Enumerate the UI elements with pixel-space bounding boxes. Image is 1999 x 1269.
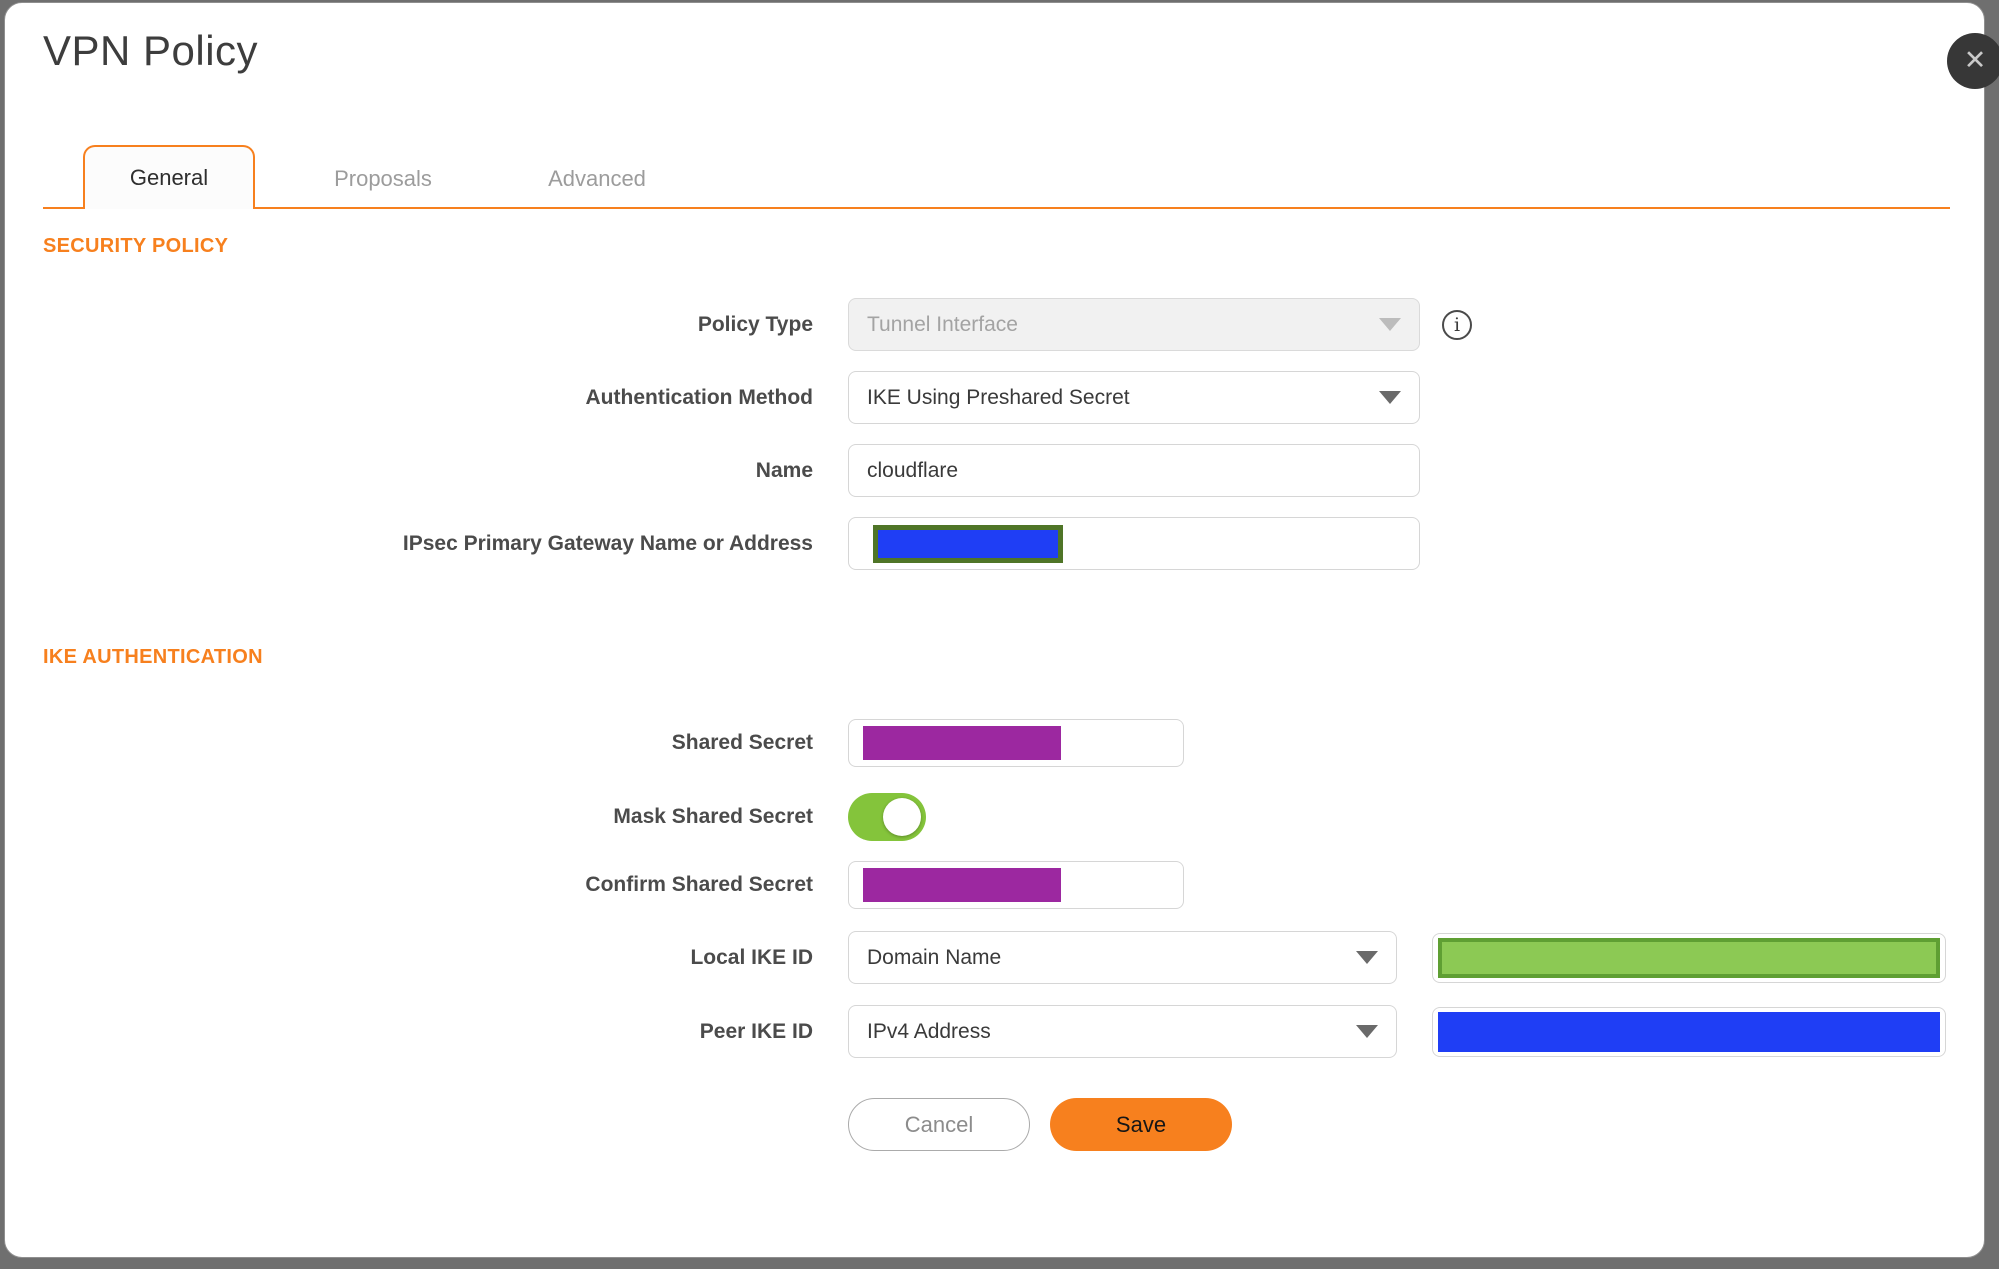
save-button[interactable]: Save xyxy=(1050,1098,1232,1151)
confirm-shared-secret-label: Confirm Shared Secret xyxy=(585,873,813,896)
shared-secret-label: Shared Secret xyxy=(671,731,813,754)
name-input[interactable] xyxy=(848,444,1420,497)
chevron-down-icon xyxy=(1355,1025,1378,1038)
peer-ike-id-label: Peer IKE ID xyxy=(699,1019,813,1043)
peer-ike-id-row: Peer IKE ID IPv4 Address xyxy=(43,1005,1946,1058)
local-ike-id-label: Local IKE ID xyxy=(690,945,813,969)
shared-secret-input[interactable] xyxy=(848,719,1184,767)
authentication-method-label: Authentication Method xyxy=(585,385,813,409)
close-button[interactable]: ✕ xyxy=(1947,33,1999,89)
dialog-title: VPN Policy xyxy=(43,27,259,74)
peer-ike-id-type-value: IPv4 Address xyxy=(867,1019,991,1043)
confirm-shared-secret-value-redacted xyxy=(863,868,1061,902)
policy-type-row: Policy Type Tunnel Interface i xyxy=(43,298,1946,351)
confirm-shared-secret-row: Confirm Shared Secret xyxy=(43,861,1946,909)
mask-shared-secret-row: Mask Shared Secret xyxy=(43,793,1946,841)
gateway-value-redacted xyxy=(873,524,1063,563)
security-policy-heading: SECURITY POLICY xyxy=(43,235,229,257)
local-ike-id-select[interactable]: Domain Name xyxy=(848,931,1397,984)
authentication-method-value: IKE Using Preshared Secret xyxy=(867,385,1130,409)
cancel-button[interactable]: Cancel xyxy=(848,1098,1030,1151)
gateway-input[interactable] xyxy=(848,517,1420,570)
local-ike-id-row: Local IKE ID Domain Name xyxy=(43,931,1946,984)
policy-type-value: Tunnel Interface xyxy=(867,312,1018,336)
authentication-method-select[interactable]: IKE Using Preshared Secret xyxy=(848,371,1420,424)
toggle-knob xyxy=(883,798,921,836)
gateway-label: IPsec Primary Gateway Name or Address xyxy=(402,531,813,555)
ike-authentication-heading: IKE AUTHENTICATION xyxy=(43,646,263,668)
policy-type-label: Policy Type xyxy=(697,312,813,336)
chevron-down-icon xyxy=(1355,951,1378,964)
local-ike-id-value-input[interactable] xyxy=(1431,932,1946,983)
gateway-row: IPsec Primary Gateway Name or Address xyxy=(43,517,1946,570)
tab-general[interactable]: General xyxy=(83,145,255,209)
confirm-shared-secret-input[interactable] xyxy=(848,861,1184,909)
peer-ike-id-value-input[interactable] xyxy=(1431,1006,1946,1057)
peer-ike-id-value-redacted xyxy=(1437,1011,1940,1052)
vpn-policy-dialog: VPN Policy General Proposals Advanced SE… xyxy=(4,2,1985,1258)
authentication-method-row: Authentication Method IKE Using Preshare… xyxy=(43,371,1946,424)
peer-ike-id-select[interactable]: IPv4 Address xyxy=(848,1005,1397,1058)
tab-proposals[interactable]: Proposals xyxy=(297,151,469,207)
dialog-actions: Cancel Save xyxy=(848,1098,1946,1151)
chevron-down-icon xyxy=(1379,391,1401,404)
tab-advanced[interactable]: Advanced xyxy=(511,151,683,207)
mask-shared-secret-toggle[interactable] xyxy=(848,793,926,841)
local-ike-id-type-value: Domain Name xyxy=(867,945,1002,969)
chevron-down-icon xyxy=(1379,318,1401,331)
name-label: Name xyxy=(755,458,813,482)
shared-secret-value-redacted xyxy=(863,726,1061,760)
dialog-content: SECURITY POLICY Policy Type Tunnel Inter… xyxy=(5,235,1984,1151)
close-icon: ✕ xyxy=(1963,45,1987,76)
policy-type-select: Tunnel Interface xyxy=(848,298,1420,351)
tab-bar: General Proposals Advanced xyxy=(43,145,1950,209)
local-ike-id-value-redacted xyxy=(1437,937,1940,978)
shared-secret-row: Shared Secret xyxy=(43,719,1946,767)
info-icon[interactable]: i xyxy=(1442,309,1472,340)
mask-shared-secret-label: Mask Shared Secret xyxy=(613,805,813,828)
name-row: Name xyxy=(43,444,1946,497)
